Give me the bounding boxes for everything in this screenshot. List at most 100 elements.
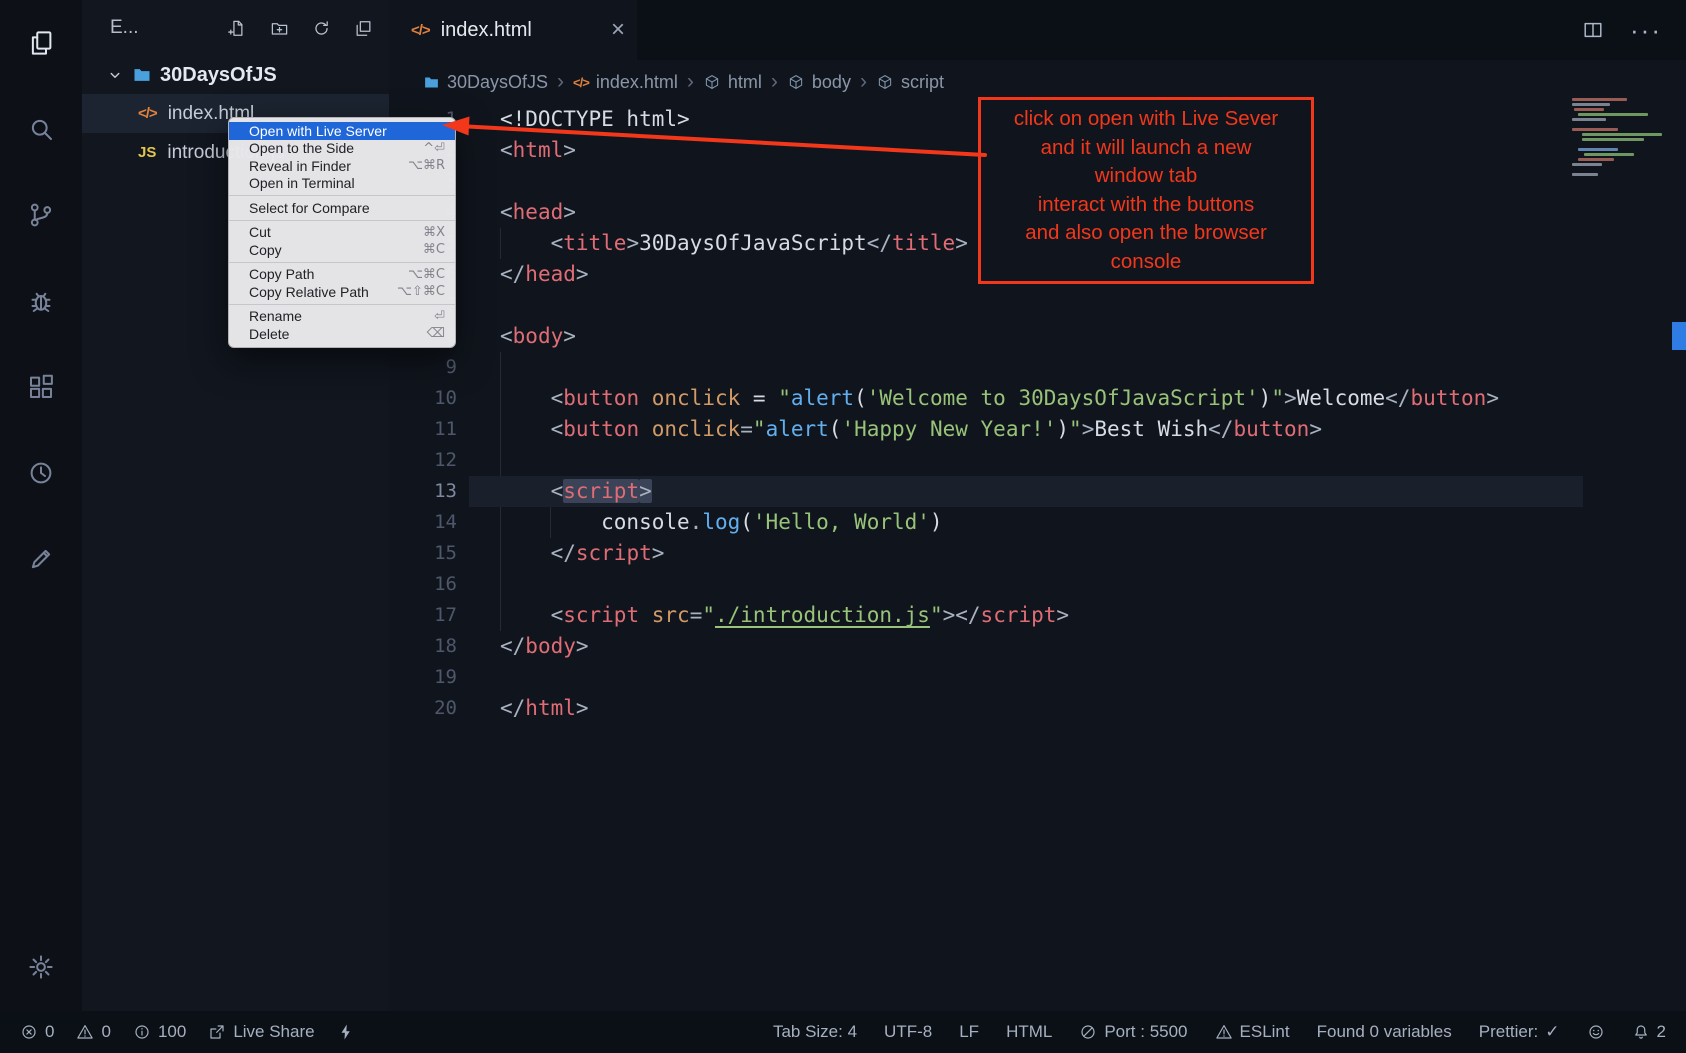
code-text: <script src="./introduction.js"></script…	[457, 600, 1069, 631]
eslint-status[interactable]: ESLint	[1215, 1022, 1290, 1042]
menu-item-label: Reveal in Finder	[249, 158, 351, 174]
line-number: 15	[389, 538, 457, 569]
code-line-19[interactable]: 19	[389, 662, 1686, 693]
status-text: Port : 5500	[1104, 1022, 1187, 1042]
tab-size-status[interactable]: Tab Size: 4	[773, 1022, 857, 1042]
explorer-icon[interactable]	[0, 0, 82, 86]
errors-status[interactable]: 0	[20, 1022, 54, 1042]
code-line-11[interactable]: 11 <button onclick="alert('Happy New Yea…	[389, 414, 1686, 445]
code-line-13[interactable]: 13 <script>	[389, 476, 1686, 507]
refresh-explorer-icon[interactable]	[312, 19, 331, 38]
code-line-16[interactable]: 16	[389, 569, 1686, 600]
breadcrumb-separator: ›	[771, 70, 778, 94]
tab-index-html[interactable]: </> index.html ×	[389, 0, 637, 60]
code-line-14[interactable]: 14 console.log('Hello, World')	[389, 507, 1686, 538]
bell-icon	[1632, 1023, 1650, 1041]
code-text	[457, 569, 500, 600]
code-text: </body>	[457, 631, 589, 662]
code-line-9[interactable]: 9	[389, 352, 1686, 383]
more-actions-icon[interactable]: ···	[1630, 15, 1662, 46]
menu-item-reveal-in-finder[interactable]: Reveal in Finder⌥⌘R	[229, 157, 455, 175]
symbol-cube-icon	[703, 73, 721, 91]
prettier-status[interactable]: Prettier:✓	[1479, 1022, 1560, 1042]
status-text: Found 0 variables	[1317, 1022, 1452, 1042]
info-count-status[interactable]: 100	[133, 1022, 186, 1042]
breadcrumb-item-index-html[interactable]: </>index.html	[573, 72, 678, 93]
warning-icon	[76, 1023, 94, 1041]
breadcrumb-item-30daysofjs[interactable]: 30DaysOfJS	[423, 72, 548, 93]
collapse-folders-icon[interactable]	[354, 19, 373, 38]
js-file-icon: JS	[138, 144, 156, 161]
code-line-10[interactable]: 10 <button onclick = "alert('Welcome to …	[389, 383, 1686, 414]
menu-shortcut: ⌘X	[423, 225, 445, 240]
new-folder-icon[interactable]	[270, 19, 289, 38]
close-tab-icon[interactable]: ×	[611, 18, 625, 42]
code-line-17[interactable]: 17 <script src="./introduction.js"></scr…	[389, 600, 1686, 631]
quick-run-status[interactable]	[337, 1023, 355, 1041]
menu-separator	[229, 304, 455, 305]
menu-item-copy[interactable]: Copy⌘C	[229, 241, 455, 259]
menu-item-open-in-terminal[interactable]: Open in Terminal	[229, 175, 455, 193]
run-and-debug-icon[interactable]	[0, 258, 82, 344]
menu-item-copy-path[interactable]: Copy Path⌥⌘C	[229, 266, 455, 284]
status-text: 2	[1657, 1022, 1666, 1042]
menu-item-copy-relative-path[interactable]: Copy Relative Path⌥⇧⌘C	[229, 283, 455, 301]
breadcrumb-label: body	[812, 72, 851, 93]
line-number: 12	[389, 445, 457, 476]
breadcrumb-item-script[interactable]: script	[876, 72, 944, 93]
breadcrumb-item-body[interactable]: body	[787, 72, 851, 93]
html-file-icon: </>	[138, 105, 157, 122]
feedback-icon[interactable]	[0, 516, 82, 602]
status-text: LF	[959, 1022, 979, 1042]
code-line-15[interactable]: 15 </script>	[389, 538, 1686, 569]
line-number: 20	[389, 693, 457, 724]
project-folder-icon	[132, 65, 152, 85]
status-text: 0	[101, 1022, 110, 1042]
check-icon: ✓	[1545, 1022, 1559, 1042]
line-number: 18	[389, 631, 457, 662]
language-mode-status[interactable]: HTML	[1006, 1022, 1052, 1042]
notifications-status[interactable]: 2	[1632, 1022, 1666, 1042]
live-share-status[interactable]: Live Share	[208, 1022, 314, 1042]
new-file-icon[interactable]	[228, 19, 247, 38]
menu-item-select-for-compare[interactable]: Select for Compare	[229, 199, 455, 217]
extensions-icon[interactable]	[0, 344, 82, 430]
menu-item-delete[interactable]: Delete⌫	[229, 325, 455, 343]
breadcrumb-separator: ›	[557, 70, 564, 94]
menu-item-rename[interactable]: Rename⏎	[229, 308, 455, 326]
scrollbar-decoration[interactable]	[1672, 322, 1686, 350]
code-line-18[interactable]: 18</body>	[389, 631, 1686, 662]
menu-item-open-to-the-side[interactable]: Open to the Side^⏎	[229, 140, 455, 158]
smiley-icon	[1587, 1023, 1605, 1041]
feedback-smiley-status[interactable]	[1587, 1023, 1605, 1041]
end-of-line-status[interactable]: LF	[959, 1022, 979, 1042]
source-control-icon[interactable]	[0, 172, 82, 258]
minimap[interactable]	[1572, 98, 1672, 178]
code-line-7[interactable]: 7	[389, 290, 1686, 321]
breadcrumb-item-html[interactable]: html	[703, 72, 762, 93]
code-line-8[interactable]: 8<body>	[389, 321, 1686, 352]
warnings-status[interactable]: 0	[76, 1022, 110, 1042]
code-text: </html>	[457, 693, 589, 724]
settings-icon[interactable]	[0, 935, 82, 999]
menu-item-label: Select for Compare	[249, 200, 370, 216]
history-icon[interactable]	[0, 430, 82, 516]
code-text	[457, 445, 500, 476]
status-text: Tab Size: 4	[773, 1022, 857, 1042]
code-line-12[interactable]: 12	[389, 445, 1686, 476]
search-icon[interactable]	[0, 86, 82, 172]
code-text: <html>	[457, 135, 576, 166]
folder-root-row[interactable]: 30DaysOfJS	[82, 56, 389, 94]
activity-bar	[0, 0, 82, 1011]
split-editor-icon[interactable]	[1582, 19, 1604, 41]
code-text	[457, 352, 500, 383]
menu-item-open-with-live-server[interactable]: Open with Live Server	[229, 122, 455, 140]
live-server-port-status[interactable]: Port : 5500	[1079, 1022, 1187, 1042]
code-line-20[interactable]: 20</html>	[389, 693, 1686, 724]
found-variables-status[interactable]: Found 0 variables	[1317, 1022, 1452, 1042]
encoding-status[interactable]: UTF-8	[884, 1022, 932, 1042]
menu-item-cut[interactable]: Cut⌘X	[229, 224, 455, 242]
menu-shortcut: ⌘C	[423, 242, 445, 257]
code-text: <!DOCTYPE html>	[457, 104, 690, 135]
menu-item-label: Rename	[249, 308, 302, 324]
